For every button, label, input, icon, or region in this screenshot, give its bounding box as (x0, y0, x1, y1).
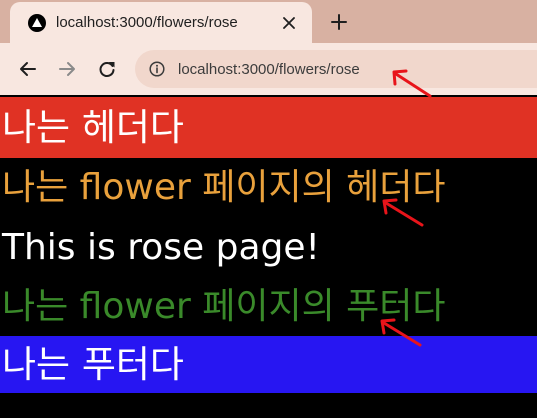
plus-icon[interactable] (325, 8, 353, 36)
arrow-left-icon[interactable] (15, 56, 41, 82)
page-content: This is rose page! (0, 218, 537, 278)
root-footer: 나는 푸터다 (0, 336, 537, 393)
root-header-text: 나는 헤더다 (2, 106, 184, 149)
browser-tab[interactable]: localhost:3000/flowers/rose (10, 2, 312, 43)
address-bar[interactable] (135, 50, 537, 88)
tab-strip: localhost:3000/flowers/rose (0, 0, 537, 43)
flower-header: 나는 flower 페이지의 헤더다 (0, 158, 537, 218)
flower-footer-text: 나는 flower 페이지의 푸터다 (2, 286, 446, 327)
root-footer-text: 나는 푸터다 (2, 343, 184, 386)
flower-footer: 나는 flower 페이지의 푸터다 (0, 278, 537, 336)
tab-title: localhost:3000/flowers/rose (56, 14, 238, 31)
browser-toolbar (0, 43, 537, 95)
info-icon[interactable] (148, 60, 166, 78)
root-header: 나는 헤더다 (0, 97, 537, 158)
reload-icon[interactable] (94, 56, 120, 82)
url-input[interactable] (178, 60, 478, 78)
flower-header-text: 나는 flower 페이지의 헤더다 (2, 167, 446, 208)
close-icon[interactable] (276, 10, 302, 36)
page-content-text: This is rose page! (2, 227, 320, 268)
nextjs-logo-icon (28, 13, 46, 32)
arrow-right-icon[interactable] (54, 56, 80, 82)
